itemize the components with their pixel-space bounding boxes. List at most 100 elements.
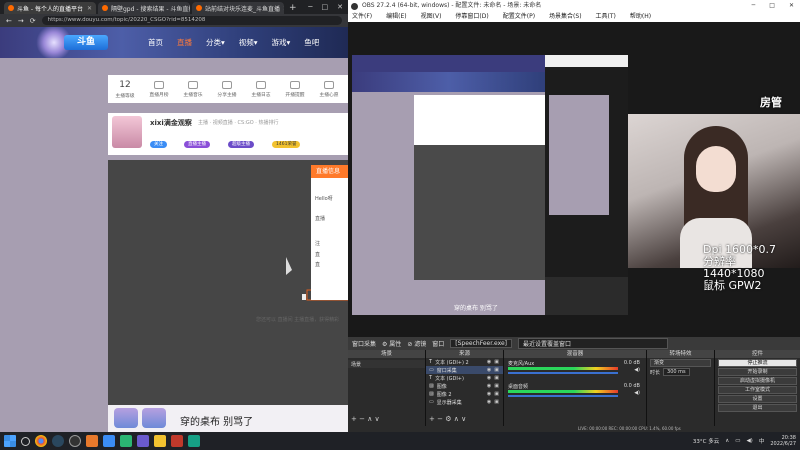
menu-help[interactable]: 帮助(H) [630,12,651,22]
lock-icon[interactable]: ▣ [494,391,499,397]
scene-item[interactable]: 场景 [348,360,425,368]
volume-icon[interactable]: ◀) [746,438,752,444]
add-source-icon[interactable]: + [429,415,437,423]
app-icon[interactable] [120,435,132,447]
nav-item-live[interactable]: 直播 [177,37,192,48]
speaker-icon[interactable]: ◀) [634,367,640,373]
start-recording-button[interactable]: 开始录制 [718,368,797,376]
maximize-button[interactable]: □ [769,0,775,12]
eye-icon[interactable]: ◉ [487,375,491,381]
exit-button[interactable]: 退出 [718,404,797,412]
forward-icon[interactable]: → [18,17,24,25]
source-item[interactable]: ▨ 图像 ◉ ▣ [426,382,503,390]
follow-badge[interactable]: 关注 [150,141,167,148]
steam-icon[interactable] [52,435,64,447]
window-option[interactable]: 最近设置覆盖窗口 [518,338,669,349]
lock-icon[interactable]: ▣ [494,383,499,389]
close-tab-icon[interactable]: ✕ [87,5,92,12]
nav-item-fishbar[interactable]: 鱼吧 [304,37,319,48]
minimize-button[interactable]: ─ [752,0,756,12]
close-tab-icon[interactable]: ✕ [283,5,284,12]
volume-slider[interactable] [508,395,618,397]
lock-icon[interactable]: ▣ [494,399,499,405]
wish-button[interactable]: 主播心愿 [312,80,346,98]
nav-item-game[interactable]: 游戏▾ [272,37,291,48]
tray-arrow-icon[interactable]: ∧ [725,438,729,444]
clock[interactable]: 20:38 2022/6/27 [770,435,796,447]
close-window-button[interactable]: ✕ [789,0,794,12]
eye-icon[interactable]: ◉ [487,359,491,365]
gift-icon[interactable] [142,408,166,428]
nav-item-video[interactable]: 视频▾ [239,37,258,48]
nav-item-home[interactable]: 首页 [148,37,163,48]
stop-streaming-button[interactable]: 停止推流 [718,359,797,367]
maximize-button[interactable]: □ [322,3,329,11]
eye-icon[interactable]: ◉ [487,391,491,397]
source-item[interactable]: ▨ 图像 2 ◉ ▣ [426,390,503,398]
move-down-icon[interactable]: ∨ [461,415,466,423]
gift-icon[interactable] [114,408,138,428]
app-icon[interactable] [137,435,149,447]
back-icon[interactable]: ← [6,17,12,25]
gear-icon[interactable]: ⚙ [445,415,454,423]
menu-docks[interactable]: 停靠窗口(D) [455,12,488,22]
app-icon[interactable] [171,435,183,447]
browser-tab-1[interactable]: 斗鱼 - 每个人的直播平台 ✕ [4,2,96,14]
rank-button[interactable]: 直播月榜 [142,80,176,98]
menu-view[interactable]: 视图(V) [421,12,442,22]
move-up-icon[interactable]: ∧ [367,415,374,423]
search-icon[interactable] [21,436,30,446]
remind-button[interactable]: 开播提醒 [278,80,312,98]
app-icon[interactable] [154,435,166,447]
eye-icon[interactable]: ◉ [487,383,491,389]
filters-button[interactable]: ⊘ 滤镜 [407,339,426,348]
url-input[interactable]: https://www.douyu.com/topic/20220_CSGO?r… [41,16,342,25]
new-tab-button[interactable]: + [286,2,300,14]
level-counter[interactable]: 12 主播等级 [108,80,142,99]
move-down-icon[interactable]: ∨ [375,415,380,423]
streamer-avatar[interactable] [112,116,142,148]
lock-icon[interactable]: ▣ [494,359,499,365]
speaker-icon[interactable]: ◀) [634,390,640,396]
network-icon[interactable]: ▭ [735,438,740,444]
app-icon[interactable] [86,435,98,447]
menu-file[interactable]: 文件(F) [352,12,372,22]
share-button[interactable]: 分享主播 [210,80,244,98]
remove-scene-icon[interactable]: − [359,415,367,423]
settings-button[interactable]: 设置 [718,395,797,403]
menu-edit[interactable]: 编辑(E) [386,12,406,22]
windows-start-icon[interactable] [4,435,16,447]
menu-tools[interactable]: 工具(T) [596,12,616,22]
eye-icon[interactable]: ◉ [487,399,491,405]
menu-scene-collection[interactable]: 场景集合(S) [549,12,582,22]
streamer-name[interactable]: xixi满金观察 [150,118,192,128]
close-window-button[interactable]: ✕ [337,3,343,11]
minimize-button[interactable]: ─ [308,3,312,11]
obs-taskbar-icon[interactable] [69,435,81,447]
log-button[interactable]: 主播日志 [244,80,278,98]
music-button[interactable]: 主播音乐 [176,80,210,98]
source-item[interactable]: ▭ 窗口采集 ◉ ▣ [426,366,503,374]
studio-mode-button[interactable]: 工作室模式 [718,386,797,394]
source-item[interactable]: T 文本 (GDI+) ◉ ▣ [426,374,503,382]
browser-tab-3[interactable]: 站前结对块乐连麦_斗鱼直播✕ [192,2,284,14]
virtual-camera-button[interactable]: 启动虚拟摄像机 [718,377,797,385]
volume-slider[interactable] [508,372,618,374]
site-logo[interactable]: 斗鱼 [64,35,108,50]
chrome-icon[interactable] [35,435,47,447]
lock-icon[interactable]: ▣ [494,367,499,373]
properties-button[interactable]: ⚙ 属性 [382,339,401,348]
window-select[interactable]: [SpeechFeer.exe] [450,339,513,348]
menu-profile[interactable]: 配置文件(P) [503,12,535,22]
app-icon[interactable] [188,435,200,447]
transition-select[interactable]: 渐变 [650,359,711,367]
source-item[interactable]: T 文本 (GDI+) 2 ◉ ▣ [426,358,503,366]
remove-source-icon[interactable]: − [437,415,445,423]
app-icon[interactable] [103,435,115,447]
weather-widget[interactable]: 33°C 多云 [693,437,719,445]
duration-input[interactable]: 300 ms [663,368,690,376]
reload-icon[interactable]: ⟳ [30,17,36,25]
move-up-icon[interactable]: ∧ [454,415,461,423]
add-scene-icon[interactable]: + [351,415,359,423]
source-item[interactable]: ▭ 显示器采集 ◉ ▣ [426,398,503,406]
